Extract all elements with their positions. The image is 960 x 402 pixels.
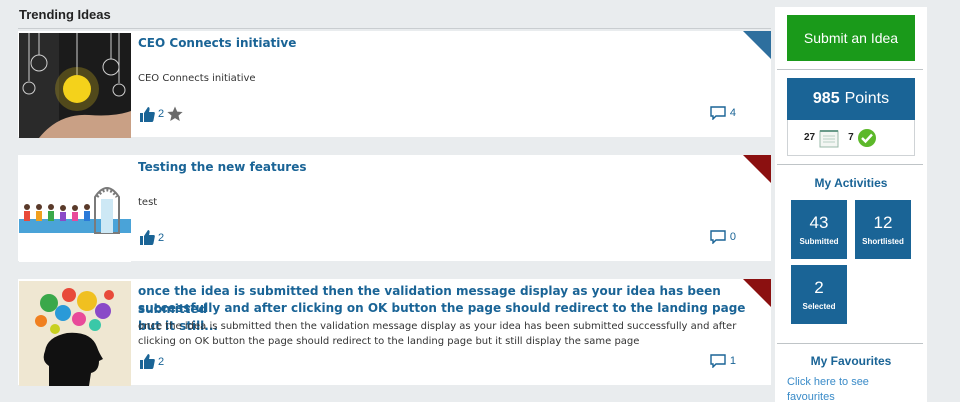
sidebar-divider: [777, 343, 923, 344]
points-value: 985: [812, 90, 840, 107]
notes-count: 27: [804, 132, 816, 143]
activity-label: Submitted: [799, 237, 839, 246]
like-count: 2: [158, 355, 165, 368]
star-icon[interactable]: [167, 106, 183, 122]
comments-button[interactable]: 1: [710, 354, 736, 368]
checkmark-icon: [857, 128, 876, 147]
like-button[interactable]: 2: [139, 230, 164, 245]
comment-count: 1: [729, 355, 736, 367]
title-divider: [18, 28, 771, 29]
my-favourites-title: My Favourites: [810, 354, 892, 368]
idea-card: once the idea is submitted then the vali…: [18, 279, 771, 386]
thumbs-up-icon: [140, 230, 155, 245]
like-count: 2: [158, 108, 165, 120]
comment-count: 0: [729, 231, 736, 243]
thumbs-up-icon: [140, 106, 155, 122]
page-margin: [927, 0, 960, 402]
activity-tile-selected[interactable]: 2 Selected: [791, 265, 847, 324]
comments-button[interactable]: 0: [710, 230, 736, 244]
checks-count: 7: [848, 132, 854, 143]
my-activities-title: My Activities: [814, 176, 888, 190]
comments-button[interactable]: 4: [710, 106, 736, 120]
comment-count: 4: [729, 107, 736, 119]
favourites-link[interactable]: Click here to see favourites: [787, 375, 907, 402]
points-banner: 985 Points: [787, 78, 915, 120]
like-button[interactable]: 2: [139, 354, 164, 369]
like-button[interactable]: 2: [139, 106, 186, 122]
checks-stat: 7: [848, 128, 877, 148]
section-title: Trending Ideas: [19, 7, 111, 22]
points-label: Points: [844, 90, 890, 107]
sidebar-divider: [777, 69, 923, 70]
activity-tile-shortlisted[interactable]: 12 Shortlisted: [855, 200, 911, 259]
idea-title[interactable]: CEO Connects initiative: [138, 34, 296, 52]
comment-icon: [710, 106, 726, 120]
activity-count: 43: [809, 213, 829, 232]
submit-idea-button[interactable]: Submit an Idea: [787, 15, 915, 61]
people-queue-door-image: [19, 157, 131, 262]
activity-tile-submitted[interactable]: 43 Submitted: [791, 200, 847, 259]
idea-description: once the idea is submitted then the vali…: [138, 321, 737, 332]
comment-icon: [710, 230, 726, 244]
status-corner-flag: [743, 279, 771, 307]
points-stats: 27 7: [787, 120, 915, 156]
activity-label: Selected: [802, 302, 836, 311]
sidebar-divider: [777, 164, 923, 165]
idea-description-continued: clicking on OK button the page should re…: [138, 336, 640, 347]
lightbulb-hand-image: [19, 33, 131, 138]
status-corner-flag: [743, 31, 771, 59]
notes-stat: 27: [804, 128, 840, 148]
idea-card: Testing the new features test 2 0: [18, 155, 771, 262]
like-count: 2: [158, 231, 165, 244]
comment-icon: [710, 354, 726, 368]
colorful-head-silhouette-image: [19, 281, 131, 386]
thumbs-up-icon: [140, 354, 155, 369]
notepad-icon: [819, 129, 839, 147]
idea-card: CEO Connects initiative CEO Connects ini…: [18, 31, 771, 138]
activity-label: Shortlisted: [862, 237, 904, 246]
idea-description: CEO Connects initiative: [138, 73, 256, 84]
sidebar: Submit an Idea 985 Points 27 7 My Activi…: [775, 7, 927, 402]
activity-count: 2: [814, 278, 824, 297]
status-corner-flag: [743, 155, 771, 183]
activity-count: 12: [873, 213, 893, 232]
idea-description: test: [138, 197, 158, 208]
idea-title[interactable]: Testing the new features: [138, 158, 307, 176]
